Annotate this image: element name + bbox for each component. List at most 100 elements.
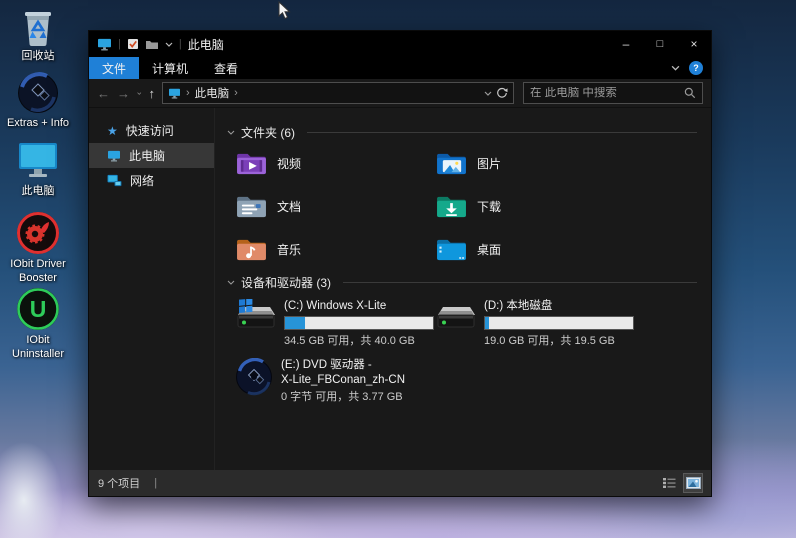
- breadcrumb-separator: ›: [186, 87, 190, 99]
- videos-folder-icon: [237, 153, 266, 175]
- desktop-icon-recycle-bin[interactable]: 回收站: [2, 7, 74, 64]
- drive-name: (C:) Windows X-Lite: [284, 300, 387, 312]
- folder-item-desktop[interactable]: 桌面: [435, 235, 635, 264]
- navigation-pane: ★ 快速访问 此电脑 网络: [89, 108, 215, 470]
- desktop-icon-driver-booster[interactable]: IObit Driver Booster: [2, 211, 74, 286]
- sidebar-item-quick-access[interactable]: ★ 快速访问: [89, 118, 214, 143]
- desktop-icon-extras-info[interactable]: Extras + Info: [2, 72, 74, 131]
- tab-view[interactable]: 查看: [201, 57, 251, 79]
- search-input[interactable]: [530, 87, 684, 99]
- sidebar-item-this-pc[interactable]: 此电脑: [89, 143, 214, 168]
- desktop-icon-label: 回收站: [21, 50, 55, 62]
- sidebar-item-network[interactable]: 网络: [89, 168, 214, 193]
- address-bar[interactable]: › 此电脑 ›: [162, 82, 514, 104]
- quick-access-toolbar: | |: [89, 38, 182, 51]
- drive-item-d[interactable]: (D:) 本地磁盘 19.0 GB 可用，共 19.5 GB: [435, 299, 635, 348]
- status-bar: 9 个项目 |: [89, 470, 711, 496]
- minimize-button[interactable]: –: [609, 31, 643, 57]
- window-title: 此电脑: [187, 37, 224, 52]
- refresh-icon[interactable]: [496, 87, 508, 99]
- desktop-icon-this-pc[interactable]: 此电脑: [2, 140, 74, 199]
- toolbar-separator: |: [178, 37, 182, 50]
- status-separator: |: [154, 477, 158, 489]
- c-drive-icon: [235, 298, 277, 348]
- up-button[interactable]: ↑: [149, 87, 156, 100]
- drive-capacity-text: 0 字节 可用，共 3.77 GB: [281, 390, 403, 403]
- breadcrumb-separator: ›: [234, 87, 238, 99]
- explorer-window: | | 此电脑 – □ × 文件 计算机 查看 ? ← → ↑ › 此电脑 › …: [88, 30, 712, 497]
- navigation-bar: ← → ↑ › 此电脑 ›: [89, 79, 711, 108]
- ribbon-tab-bar: 文件 计算机 查看 ?: [89, 57, 711, 79]
- large-icons-view-button[interactable]: [683, 473, 703, 493]
- desktop-icon-label: Extras + Info: [6, 117, 70, 129]
- drive-capacity-text: 34.5 GB 可用，共 40.0 GB: [284, 334, 415, 347]
- folder-item-music[interactable]: 音乐: [235, 235, 435, 264]
- d-drive-icon: [435, 299, 477, 348]
- drives-grid: (C:) Windows X-Lite 34.5 GB 可用，共 40.0 GB: [235, 298, 701, 348]
- maximize-button[interactable]: □: [643, 31, 677, 57]
- new-folder-icon[interactable]: [145, 39, 159, 50]
- this-pc-icon: [16, 140, 60, 182]
- quick-access-star-icon: ★: [107, 123, 118, 138]
- file-list-pane: 文件夹 (6) 视频 图片 文档 下载 音乐 桌面 设备和驱动器 (3) (C:…: [215, 108, 711, 470]
- history-chevron-icon[interactable]: [137, 91, 142, 96]
- desktop-icon-label: IObit Driver Booster: [10, 258, 66, 284]
- folders-section-header[interactable]: 文件夹 (6): [227, 124, 701, 141]
- folder-item-pictures[interactable]: 图片: [435, 149, 635, 178]
- uninstaller-icon: U: [16, 287, 60, 331]
- tab-file[interactable]: 文件: [89, 57, 140, 79]
- network-icon: [107, 174, 122, 187]
- sidebar-item-label: 网络: [130, 174, 155, 188]
- folder-item-downloads[interactable]: 下载: [435, 192, 635, 221]
- forward-button[interactable]: →: [117, 87, 130, 100]
- details-view-button[interactable]: [660, 474, 678, 492]
- sidebar-item-label: 此电脑: [129, 149, 166, 163]
- drive-name: (D:) 本地磁盘: [484, 300, 553, 312]
- drive-capacity-fill: [285, 316, 306, 329]
- section-collapse-chevron-icon[interactable]: [227, 280, 235, 285]
- properties-check-icon[interactable]: [127, 38, 139, 50]
- folder-label: 视频: [277, 157, 302, 171]
- folder-label: 下载: [477, 200, 502, 214]
- ribbon-expand-chevron-icon[interactable]: [671, 65, 680, 71]
- folders-grid: 视频 图片 文档 下载 音乐 桌面: [235, 149, 701, 264]
- address-dropdown-chevron-icon[interactable]: [484, 91, 492, 96]
- drive-item-dvd[interactable]: (E:) DVD 驱动器 - X-Lite_FBConan_zh-CN 0 字节…: [235, 357, 701, 404]
- toolbar-separator: |: [118, 37, 121, 50]
- breadcrumb-computer-icon: [169, 88, 180, 99]
- folder-label: 文档: [277, 200, 302, 214]
- large-icons-view-icon: [685, 477, 701, 489]
- drive-item-c[interactable]: (C:) Windows X-Lite 34.5 GB 可用，共 40.0 GB: [235, 298, 435, 348]
- desktop-icon-iobit-uninstaller[interactable]: U IObit Uninstaller: [2, 287, 74, 362]
- search-box[interactable]: [523, 82, 703, 104]
- music-folder-icon: [237, 239, 266, 261]
- section-title: 文件夹 (6): [241, 126, 296, 140]
- pictures-folder-icon: [437, 153, 466, 175]
- svg-text:U: U: [30, 296, 47, 322]
- drive-capacity-fill: [485, 316, 489, 329]
- search-icon[interactable]: [684, 87, 696, 99]
- section-collapse-chevron-icon[interactable]: [227, 130, 235, 135]
- drive-name-line2: X-Lite_FBConan_zh-CN: [281, 373, 406, 386]
- folder-label: 音乐: [277, 243, 302, 257]
- desktop-icon-label: IObit Uninstaller: [12, 334, 64, 360]
- tab-computer[interactable]: 计算机: [139, 57, 201, 79]
- qat-customize-chevron-icon[interactable]: [165, 42, 173, 47]
- drives-section-header[interactable]: 设备和驱动器 (3): [227, 274, 701, 291]
- breadcrumb-this-pc[interactable]: 此电脑: [195, 85, 230, 101]
- this-pc-icon: [108, 150, 120, 161]
- extras-info-icon: [17, 72, 59, 114]
- section-title: 设备和驱动器 (3): [241, 276, 332, 290]
- help-button[interactable]: ?: [689, 61, 703, 75]
- section-divider: [307, 132, 697, 133]
- desktop-icon-label: 此电脑: [21, 185, 55, 197]
- folder-label: 桌面: [477, 243, 502, 257]
- folder-item-documents[interactable]: 文档: [235, 192, 435, 221]
- dvd-drive-icon: [235, 357, 273, 404]
- drive-capacity-text: 19.0 GB 可用，共 19.5 GB: [484, 334, 615, 347]
- close-button[interactable]: ×: [677, 31, 711, 57]
- details-view-icon: [662, 478, 675, 488]
- back-button[interactable]: ←: [97, 87, 110, 100]
- drive-capacity-bar: [284, 315, 434, 330]
- folder-item-videos[interactable]: 视频: [235, 149, 435, 178]
